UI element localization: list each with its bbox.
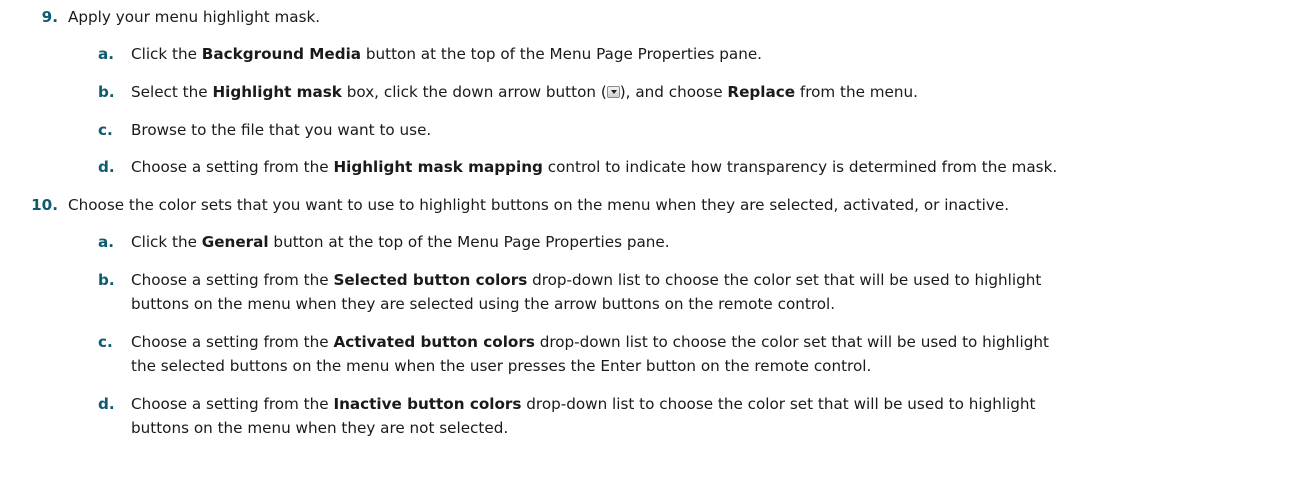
substep-text: Browse to the file that you want to use. <box>131 121 432 139</box>
substep-text-line-2: buttons on the menu when they are select… <box>131 295 836 313</box>
substep-letter: d. <box>98 158 115 176</box>
step-text: Apply your menu highlight mask. <box>68 8 321 26</box>
substep-text-line-2: buttons on the menu when they are not se… <box>131 419 509 437</box>
step-text: Choose the color sets that you want to u… <box>68 196 1010 214</box>
substep-letter: c. <box>98 121 113 139</box>
substep-text: Click the Background Media button at the… <box>131 45 763 63</box>
substep-text: Click the General button at the top of t… <box>131 233 670 251</box>
substep-text-line-1: Choose a setting from the Activated butt… <box>131 333 1049 351</box>
step-number: 9. <box>41 8 58 26</box>
substep-text-line-1: Choose a setting from the Inactive butto… <box>131 395 1036 413</box>
substep-text: Select the Highlight mask box, click the… <box>131 83 918 101</box>
substep-text-line-1: Choose a setting from the Selected butto… <box>131 271 1042 289</box>
substep-letter: a. <box>98 45 115 63</box>
substep-letter: c. <box>98 333 113 351</box>
substep-letter: b. <box>98 83 115 101</box>
substep-text: Choose a setting from the Highlight mask… <box>131 158 1058 176</box>
substep-text-line-2: the selected buttons on the menu when th… <box>131 357 872 375</box>
substep-letter: d. <box>98 395 115 413</box>
substep-letter: b. <box>98 271 115 289</box>
step-number: 10. <box>31 196 58 214</box>
substep-letter: a. <box>98 233 115 251</box>
down-arrow-button-icon <box>606 86 620 98</box>
